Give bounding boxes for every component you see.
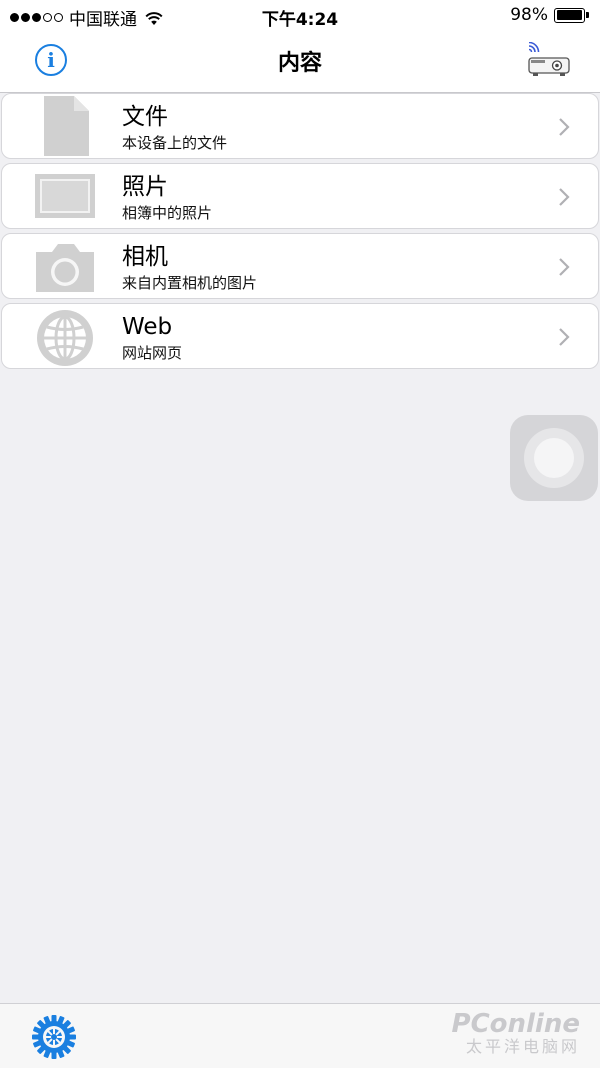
status-right: 98%	[510, 5, 590, 25]
assistive-touch-core	[534, 438, 574, 478]
photo-icon	[35, 174, 95, 218]
list-item-title: 文件	[122, 104, 168, 130]
globe-icon	[37, 310, 93, 366]
list-item-web[interactable]: Web 网站网页	[1, 303, 599, 369]
status-bar: 中国联通 下午4:24 98%	[0, 0, 600, 30]
list-item-subtitle: 相簿中的照片	[122, 204, 213, 222]
chevron-right-icon	[559, 258, 570, 276]
page-title: 内容	[277, 51, 322, 76]
list-item-camera[interactable]: 相机 来自内置相机的图片	[1, 233, 599, 299]
list-item-subtitle: 网站网页	[122, 344, 183, 362]
battery-percent: 98%	[510, 5, 548, 25]
list-item-title: 照片	[122, 174, 168, 200]
camera-icon	[36, 244, 94, 292]
list-item-photos[interactable]: 照片 相簿中的照片	[1, 163, 599, 229]
watermark-subtitle: 太平洋电脑网	[465, 1037, 580, 1056]
list-item-files[interactable]: 文件 本设备上的文件	[1, 93, 599, 159]
list-item-subtitle: 本设备上的文件	[122, 134, 228, 152]
nav-bar: i 内容	[0, 30, 600, 93]
chevron-right-icon	[559, 188, 570, 206]
list-item-title: 相机	[122, 244, 168, 270]
assistive-touch-button[interactable]	[510, 415, 598, 501]
bottom-toolbar: PConline 太平洋电脑网	[0, 1003, 600, 1068]
projector-icon[interactable]	[526, 42, 572, 80]
list-item-title: Web	[122, 314, 173, 340]
file-icon	[44, 96, 89, 156]
content-list: 文件 本设备上的文件 照片 相簿中的照片 相机 来自内置相机的图片 Web 网站…	[0, 93, 600, 373]
gear-icon[interactable]	[31, 1014, 77, 1060]
battery-icon	[554, 7, 590, 23]
chevron-right-icon	[559, 118, 570, 136]
chevron-right-icon	[559, 328, 570, 346]
list-item-subtitle: 来自内置相机的图片	[122, 274, 258, 292]
watermark-logo: PConline	[451, 1009, 580, 1039]
watermark: PConline 太平洋电脑网	[452, 1010, 580, 1056]
